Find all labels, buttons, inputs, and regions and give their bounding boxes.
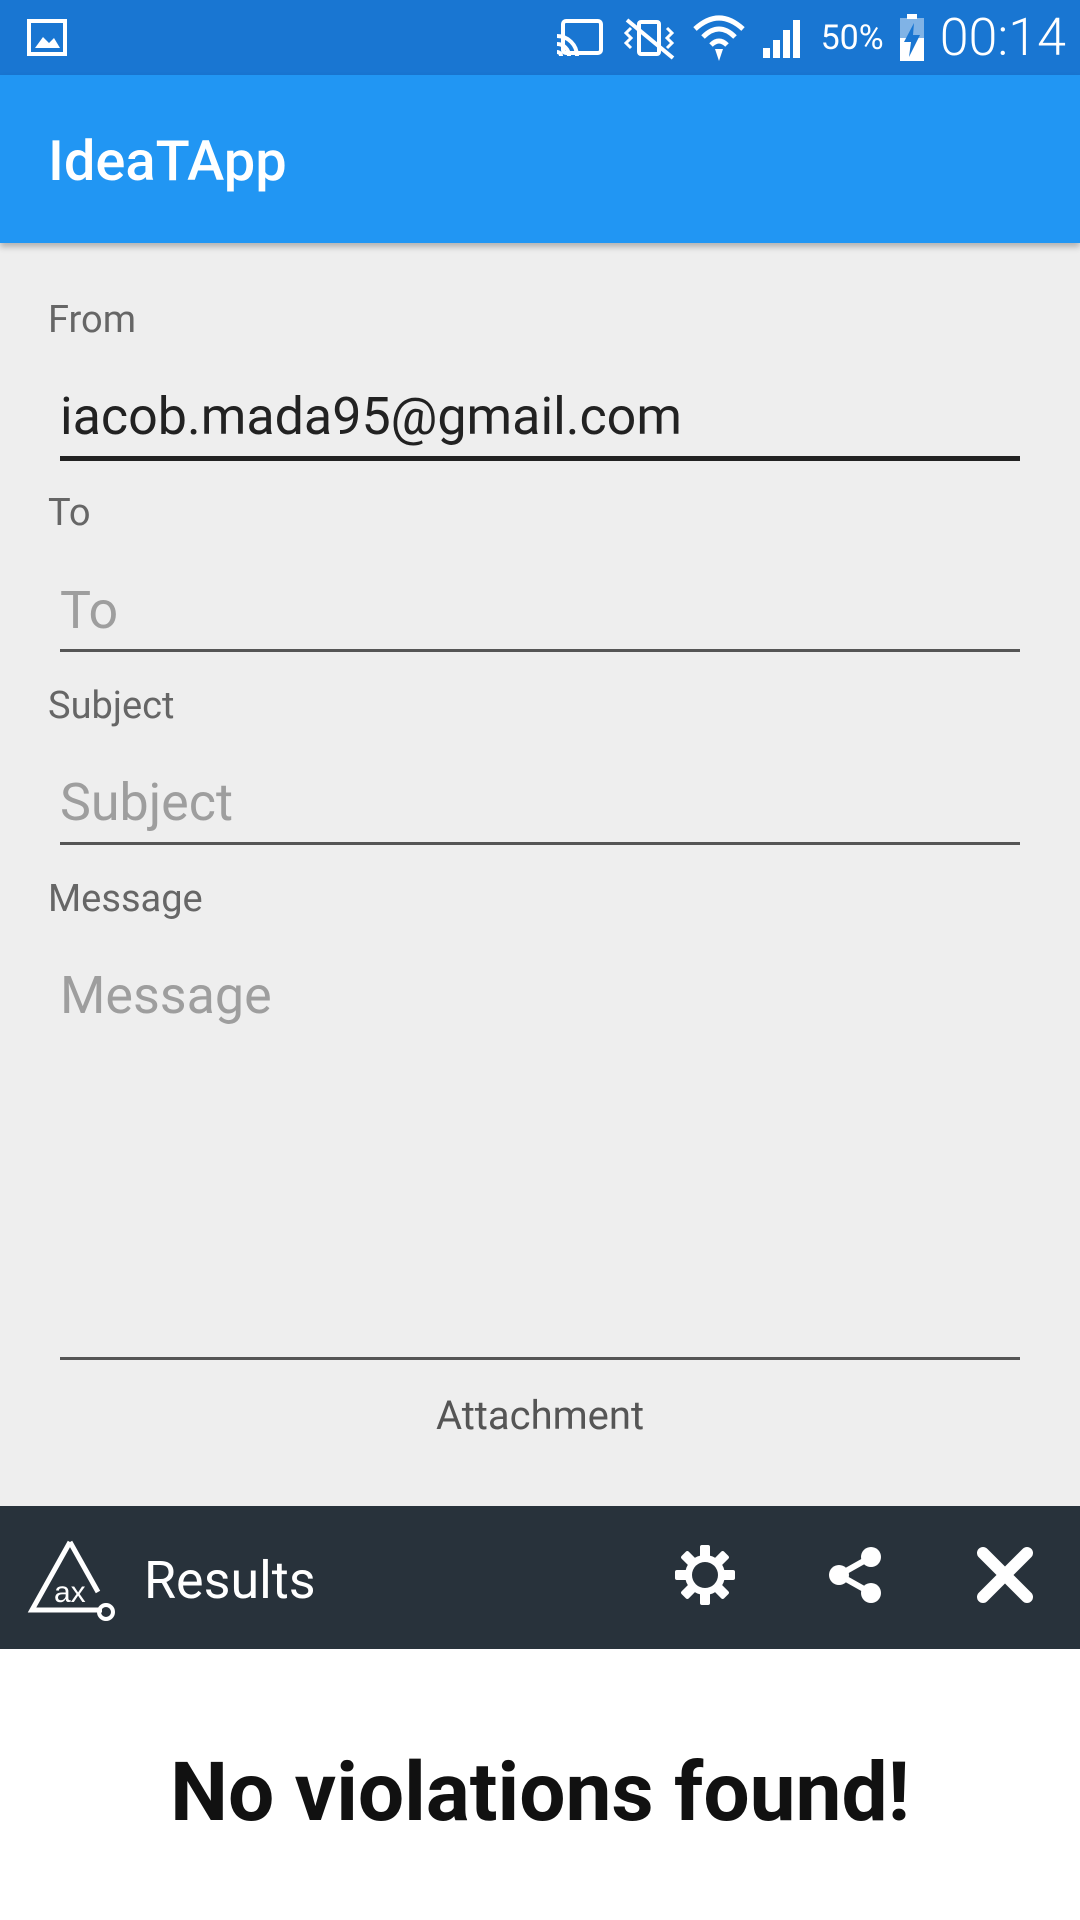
cast-icon — [555, 18, 605, 58]
settings-icon — [673, 1543, 737, 1611]
app-bar: IdeaTApp — [0, 75, 1080, 243]
to-label: To — [48, 491, 91, 535]
results-panel: No violations found! — [0, 1649, 1080, 1920]
settings-button[interactable] — [670, 1542, 740, 1612]
to-field[interactable]: To — [60, 580, 118, 641]
from-field[interactable]: iacob.mada95@gmail.com — [60, 386, 682, 447]
message-field[interactable]: Message — [60, 965, 272, 1026]
close-button[interactable] — [970, 1542, 1040, 1612]
ax-logo-icon: ax — [26, 1536, 116, 1622]
subject-label: Subject — [48, 684, 175, 728]
message-label: Message — [48, 877, 203, 921]
from-field-underline — [60, 456, 1020, 461]
vibrate-icon — [619, 16, 679, 60]
message-field-underline — [60, 1357, 1020, 1360]
attachment-button[interactable]: Attachment — [0, 1392, 1080, 1439]
subject-field[interactable]: Subject — [60, 772, 233, 833]
share-icon — [825, 1545, 885, 1609]
close-icon — [975, 1545, 1035, 1609]
gallery-icon — [27, 19, 67, 56]
results-bar: ax Results — [0, 1506, 1080, 1649]
svg-text:ax: ax — [54, 1576, 86, 1609]
share-button[interactable] — [820, 1542, 890, 1612]
subject-field-underline — [60, 842, 1020, 845]
no-violations-message: No violations found! — [170, 1745, 910, 1841]
from-label: From — [48, 298, 137, 342]
battery-percent: 50% — [820, 17, 884, 58]
results-title: Results — [144, 1550, 316, 1611]
wifi-icon — [692, 13, 745, 63]
to-field-underline — [60, 649, 1020, 652]
signal-icon — [759, 16, 807, 60]
battery-charging-icon — [898, 13, 926, 63]
app-title: IdeaTApp — [48, 128, 287, 194]
status-bar: 50% 00:14 — [0, 0, 1080, 75]
status-time: 00:14 — [939, 7, 1066, 68]
